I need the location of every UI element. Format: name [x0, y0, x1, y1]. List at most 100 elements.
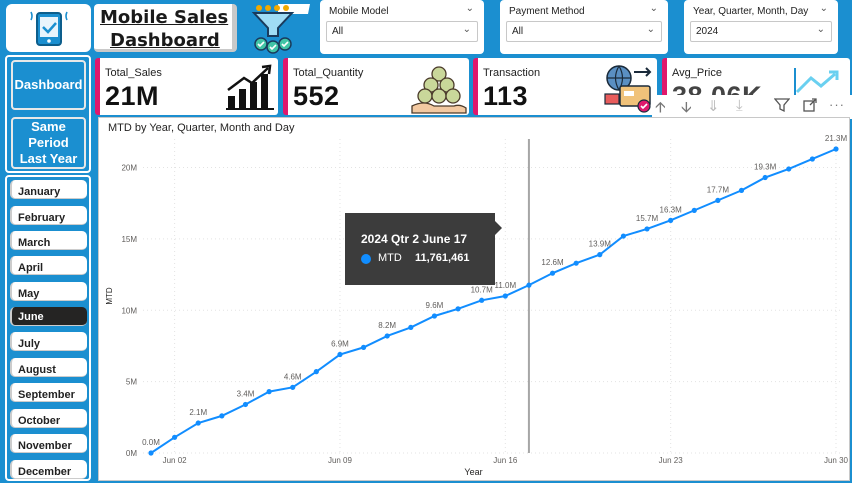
visual-header-toolbar: 🡩 🡫 ⇓ ⤓ ··· [652, 95, 852, 119]
app-logo [6, 4, 91, 52]
data-label: 8.2M [378, 321, 396, 330]
slicer-payment-method[interactable]: Payment Method ⌄ All ⌄ [500, 0, 668, 54]
title-line-2: Dashboard [110, 30, 220, 51]
chevron-down-icon: ⌄ [462, 24, 471, 35]
mtd-data-point [502, 293, 508, 299]
mtd-data-point [573, 260, 579, 266]
month-item-april[interactable]: April [10, 256, 87, 275]
y-tick-label: 20M [121, 164, 137, 173]
slicer-value: All [512, 26, 524, 37]
chevron-down-icon[interactable]: ⌄ [820, 3, 828, 14]
chevron-down-icon[interactable]: ⌄ [466, 3, 474, 14]
mtd-data-point [549, 270, 556, 276]
mtd-data-point [668, 217, 674, 223]
x-axis-title: Year [464, 467, 482, 477]
y-axis-title: MTD [105, 287, 114, 305]
kpi-value: 113 [483, 81, 529, 111]
data-label: 2.1M [189, 408, 207, 417]
mtd-data-point [526, 282, 532, 288]
mtd-data-point [809, 156, 815, 162]
data-label: 15.7M [636, 214, 659, 223]
month-item-january[interactable]: January [10, 180, 87, 199]
slicer-date-hierarchy[interactable]: Year, Quarter, Month, Day ⌄ 2024 ⌄ [684, 0, 838, 54]
mtd-line-chart-panel[interactable]: MTD by Year, Quarter, Month and Day 0M 5M… [98, 117, 850, 481]
mobile-model-dropdown[interactable]: All ⌄ [326, 21, 478, 42]
filter-icon[interactable] [773, 97, 791, 117]
x-tick-label: Jun 02 [163, 456, 188, 465]
y-tick-label: 15M [121, 235, 137, 244]
x-tick-label: Jun 30 [824, 456, 849, 465]
data-label: 11.0M [494, 281, 516, 290]
slicer-label: Year, Quarter, Month, Day [693, 6, 809, 17]
kpi-label: Total_Sales [105, 67, 162, 79]
month-item-june[interactable]: June [10, 307, 87, 326]
month-item-november[interactable]: November [10, 434, 87, 453]
filter-funnel-icon [248, 0, 316, 54]
month-item-july[interactable]: July [10, 332, 87, 351]
expand-next-level-icon[interactable]: ⤓ [736, 97, 743, 114]
chevron-down-icon: ⌄ [646, 24, 655, 35]
data-label: 4.6M [284, 372, 302, 381]
slicer-value: 2024 [696, 26, 719, 37]
mtd-data-point [762, 174, 768, 181]
kpi-value: 21M [105, 81, 160, 111]
slicer-value: All [332, 26, 344, 37]
y-tick-label: 10M [121, 306, 137, 315]
mtd-series-line [150, 148, 837, 454]
mtd-data-point [597, 252, 603, 258]
bar-chart-growth-icon [226, 64, 274, 110]
mtd-data-point [219, 413, 225, 419]
kpi-card-transaction: Transaction 113 [473, 58, 657, 115]
mtd-data-point [455, 306, 461, 312]
mtd-data-point [384, 333, 390, 339]
month-item-august[interactable]: August [10, 358, 87, 377]
mobile-phone-icon [29, 11, 68, 46]
data-label: 16.3M [660, 205, 683, 214]
slicer-mobile-model[interactable]: Mobile Model ⌄ All ⌄ [320, 0, 484, 54]
data-label: 21.3M [825, 134, 848, 143]
mtd-data-point [715, 197, 721, 203]
chevron-down-icon: ⌄ [816, 24, 825, 35]
x-tick-label: Jun 16 [493, 456, 518, 465]
month-item-march[interactable]: March [10, 231, 87, 250]
y-tick-label: 0M [126, 449, 137, 458]
payment-method-dropdown[interactable]: All ⌄ [506, 21, 662, 42]
tooltip-series-name: MTD [378, 252, 402, 264]
mtd-line-chart[interactable]: 0M 5M 10M 15M 20M Jun 02 Jun 09 Jun 16 Jun 23 Jun… [99, 118, 851, 482]
kpi-card-total-sales: Total_Sales 21M [95, 58, 278, 115]
month-item-february[interactable]: February [10, 206, 87, 225]
dashboard-button[interactable]: Dashboard [11, 60, 86, 110]
data-label: 19.3M [754, 163, 777, 172]
data-label: 12.6M [541, 258, 564, 267]
expand-all-down-icon[interactable]: ⇓ [707, 97, 720, 115]
kpi-value: 552 [293, 81, 340, 111]
mtd-data-point [148, 450, 154, 456]
data-label: 13.9M [589, 240, 612, 249]
mtd-data-point [431, 313, 438, 319]
online-payment-icon [604, 65, 652, 113]
focus-mode-icon[interactable] [802, 97, 818, 117]
same-period-last-year-button[interactable]: Same Period Last Year [11, 117, 86, 169]
mtd-data-point [479, 297, 485, 303]
data-label: 6.9M [331, 340, 349, 349]
more-options-icon[interactable]: ··· [829, 97, 845, 112]
mtd-data-point [360, 344, 367, 350]
data-label: 0.0M [142, 438, 160, 447]
date-hierarchy-dropdown[interactable]: 2024 ⌄ [690, 21, 832, 42]
x-tick-label: Jun 09 [328, 456, 353, 465]
month-item-may[interactable]: May [10, 282, 87, 301]
month-item-december[interactable]: December [10, 460, 87, 479]
mtd-data-point [644, 226, 650, 232]
kpi-card-total-quantity: Total_Quantity 552 [283, 58, 469, 115]
mtd-data-point [242, 401, 249, 408]
kpi-label: Transaction [483, 67, 541, 79]
slicer-label: Payment Method [509, 6, 585, 17]
kpi-label: Avg_Price [672, 67, 722, 79]
mtd-data-point [266, 389, 272, 395]
data-label: 10.7M [471, 285, 494, 294]
tooltip-pointer [495, 221, 502, 235]
month-item-october[interactable]: October [10, 409, 87, 428]
month-item-september[interactable]: September [10, 383, 87, 402]
chevron-down-icon[interactable]: ⌄ [650, 3, 658, 14]
chart-tooltip: 2024 Qtr 2 June 17 MTD 11,761,461 [345, 213, 502, 285]
